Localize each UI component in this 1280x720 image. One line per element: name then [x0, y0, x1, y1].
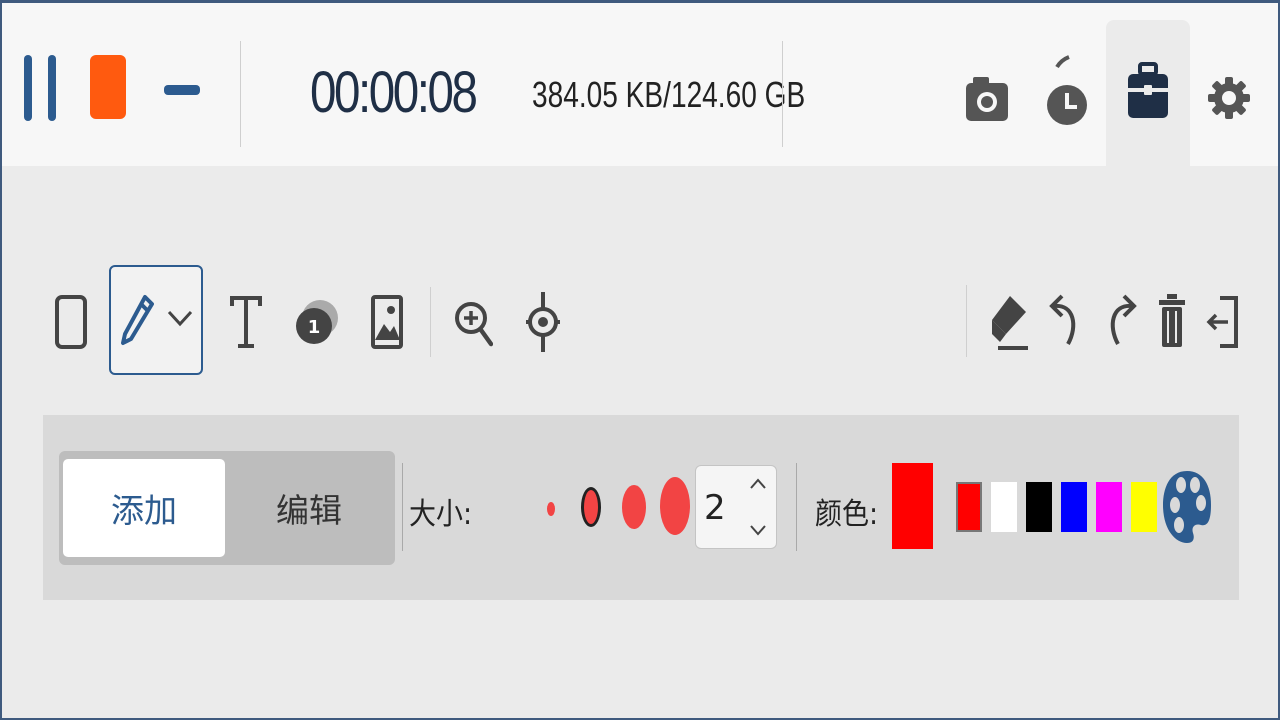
- eraser-icon: [992, 296, 1028, 350]
- size-label: 大小:: [409, 497, 473, 532]
- custom-color-button[interactable]: [1161, 469, 1213, 549]
- redo-icon: [1110, 294, 1137, 345]
- undo-icon: [1049, 294, 1076, 345]
- eraser-tool[interactable]: [986, 287, 1032, 357]
- separator: [240, 41, 241, 147]
- color-swatch[interactable]: [1026, 482, 1052, 532]
- timer-icon: [1047, 55, 1087, 125]
- color-label: 颜色:: [815, 497, 879, 532]
- spotlight-tool[interactable]: [520, 287, 566, 357]
- separator: [796, 463, 797, 551]
- size-value: 2: [704, 488, 726, 528]
- size-option-xl[interactable]: [660, 477, 690, 535]
- mode-add-button[interactable]: 添加: [63, 459, 225, 557]
- task-schedule-button[interactable]: [1032, 43, 1102, 153]
- pen-tool[interactable]: [109, 265, 203, 375]
- text-icon: [230, 296, 262, 348]
- step-number-tool[interactable]: 1: [290, 287, 342, 357]
- stepper-up-button[interactable]: [746, 472, 770, 496]
- mode-edit-button[interactable]: 编辑: [227, 459, 391, 557]
- size-option-xs[interactable]: [547, 502, 555, 516]
- svg-text:1: 1: [308, 317, 321, 338]
- step-number-icon: 1: [296, 300, 338, 344]
- chevron-down-icon[interactable]: [167, 309, 193, 327]
- pen-options-panel: 添加 编辑 大小: 2 颜色:: [43, 415, 1239, 600]
- mode-switch: 添加 编辑: [59, 451, 395, 565]
- image-icon: [371, 295, 403, 349]
- recording-timer: 00:00:08: [310, 60, 478, 125]
- size-stepper[interactable]: 2: [695, 465, 777, 549]
- clear-button[interactable]: [1152, 287, 1192, 357]
- current-color[interactable]: [892, 463, 933, 549]
- chevron-down-icon: [750, 525, 766, 536]
- settings-button[interactable]: [1194, 43, 1264, 153]
- app-window: 00:00:08 384.05 KB/124.60 GB 1 添加 编辑 大小:…: [0, 0, 1280, 720]
- rectangle-icon: [55, 295, 87, 349]
- size-option-lg[interactable]: [622, 485, 646, 529]
- rectangle-tool[interactable]: [50, 287, 92, 357]
- storage-usage: 384.05 KB/124.60 GB: [532, 74, 806, 115]
- recording-bar: 00:00:08 384.05 KB/124.60 GB: [2, 3, 1278, 168]
- stepper-down-button[interactable]: [746, 518, 770, 542]
- spotlight-icon: [526, 292, 560, 352]
- gear-icon: [1208, 77, 1250, 119]
- separator: [782, 41, 783, 147]
- undo-button[interactable]: [1046, 287, 1086, 357]
- color-swatch[interactable]: [991, 482, 1017, 532]
- image-tool[interactable]: [366, 287, 408, 357]
- text-tool[interactable]: [224, 287, 268, 357]
- toolbox-tab[interactable]: [1106, 20, 1190, 168]
- zoom-tool[interactable]: [450, 287, 496, 357]
- separator: [966, 285, 967, 357]
- redo-button[interactable]: [1100, 287, 1140, 357]
- separator: [430, 287, 431, 357]
- minimize-button[interactable]: [164, 85, 200, 95]
- color-swatch[interactable]: [1131, 482, 1157, 532]
- pause-button[interactable]: [24, 55, 58, 121]
- pen-icon: [121, 295, 154, 345]
- color-swatch[interactable]: [956, 482, 982, 532]
- stop-button[interactable]: [90, 55, 126, 119]
- color-swatch[interactable]: [1061, 482, 1087, 532]
- camera-icon: [966, 77, 1008, 121]
- exit-icon: [1206, 296, 1238, 348]
- separator: [402, 463, 403, 551]
- exit-button[interactable]: [1200, 287, 1244, 357]
- screenshot-button[interactable]: [952, 43, 1022, 153]
- toolbox-icon: [1128, 62, 1168, 118]
- color-swatch[interactable]: [1096, 482, 1122, 532]
- trash-icon: [1159, 294, 1185, 347]
- palette-icon: [1163, 471, 1211, 543]
- zoom-in-icon: [455, 302, 493, 347]
- chevron-up-icon: [750, 478, 766, 489]
- size-option-selected[interactable]: [581, 487, 601, 527]
